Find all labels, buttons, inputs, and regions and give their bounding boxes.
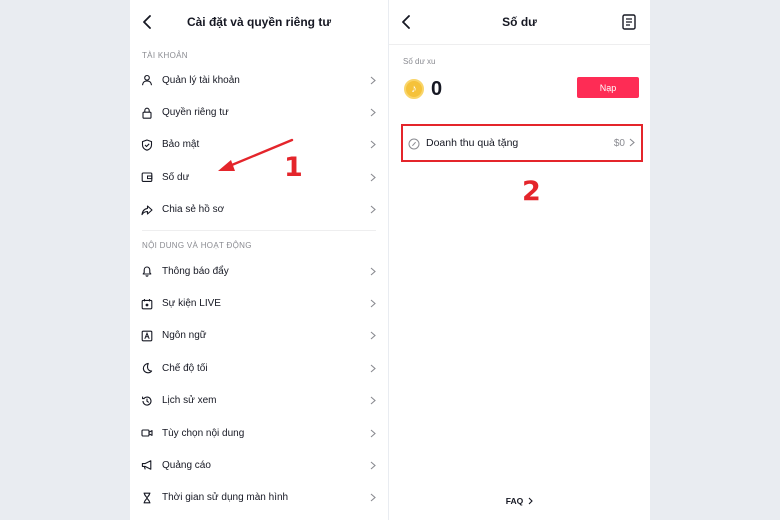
chevron-right-icon: [369, 493, 377, 503]
menu-item-label: Ngôn ngữ: [162, 330, 207, 342]
content-menu: Thông báo đẩy Sự kiện LIVE Ngôn ngữ Chế …: [130, 255, 388, 514]
chevron-right-icon: [629, 134, 635, 152]
chevron-right-icon: [369, 299, 377, 309]
chevron-right-icon: [369, 428, 377, 438]
video-icon: [141, 427, 153, 439]
live-event-icon: [141, 298, 153, 310]
person-icon: [141, 74, 153, 86]
menu-item-watch-history[interactable]: Lịch sử xem: [130, 385, 388, 417]
menu-item-label: Chế độ tối: [162, 362, 208, 374]
hourglass-icon: [141, 492, 153, 504]
balance-screen: Số dư Số dư xu ♪ 0 Nạp Doanh thu quà tặn…: [389, 0, 650, 520]
menu-item-content-preferences[interactable]: Tùy chọn nội dung: [130, 417, 388, 449]
menu-item-label: Quản lý tài khoản: [162, 74, 240, 86]
megaphone-icon: [141, 459, 153, 471]
moon-icon: [141, 362, 153, 374]
menu-item-ads[interactable]: Quảng cáo: [130, 449, 388, 481]
gift-coin-icon: [408, 137, 420, 150]
menu-item-label: Lịch sử xem: [162, 395, 217, 407]
settings-header: Cài đặt và quyền riêng tư: [130, 0, 388, 44]
menu-item-manage-account[interactable]: Quản lý tài khoản: [130, 64, 388, 96]
page-title: Số dư: [502, 15, 537, 29]
menu-item-label: Thời gian sử dụng màn hình: [162, 492, 289, 504]
menu-item-label: Thông báo đẩy: [162, 265, 229, 277]
chevron-right-icon: [369, 140, 377, 150]
lock-icon: [141, 107, 153, 119]
menu-item-live-events[interactable]: Sự kiện LIVE: [130, 287, 388, 319]
menu-item-share-profile[interactable]: Chia sẻ hồ sơ: [130, 194, 388, 226]
chevron-right-icon: [369, 108, 377, 118]
recharge-button[interactable]: Nạp: [577, 77, 639, 98]
faq-link[interactable]: FAQ: [389, 496, 650, 506]
step-number-2: 2: [522, 176, 541, 207]
faq-label: FAQ: [505, 496, 524, 506]
chevron-right-icon: [369, 363, 377, 373]
chevron-left-icon: [402, 15, 410, 29]
language-icon: [141, 330, 153, 342]
chevron-right-icon: [369, 266, 377, 276]
coin-balance-row: ♪ 0 Nạp: [389, 69, 650, 109]
page-title: Cài đặt và quyền riêng tư: [186, 15, 332, 29]
menu-item-label: Chia sẻ hồ sơ: [162, 204, 225, 216]
menu-item-label: Tùy chọn nội dung: [162, 427, 245, 439]
menu-item-label: Sự kiện LIVE: [162, 298, 221, 310]
chevron-right-icon: [369, 75, 377, 85]
chevron-right-icon: [369, 205, 377, 215]
coin-balance-value: 0: [431, 77, 443, 100]
coin-balance-label: Số dư xu: [403, 57, 436, 66]
chevron-right-icon: [369, 460, 377, 470]
gift-revenue-value: $0: [613, 137, 625, 149]
share-icon: [141, 204, 153, 216]
menu-item-screen-time[interactable]: Thời gian sử dụng màn hình: [130, 482, 388, 514]
menu-item-label: Quảng cáo: [162, 459, 211, 471]
chevron-right-icon: [369, 172, 377, 182]
header-divider: [389, 44, 650, 45]
chevron-right-icon: [369, 396, 377, 406]
wallet-icon: [141, 171, 153, 183]
bell-icon: [141, 265, 153, 277]
history-icon: [141, 395, 153, 407]
chevron-right-icon: [528, 497, 534, 505]
step-number-1: 1: [284, 152, 303, 183]
settings-screen: Cài đặt và quyền riêng tư TÀI KHOẢN Quản…: [130, 0, 388, 520]
menu-item-privacy[interactable]: Quyền riêng tư: [130, 96, 388, 128]
document-list-icon: [622, 14, 636, 30]
shield-icon: [141, 139, 153, 151]
chevron-left-icon: [143, 15, 151, 29]
menu-item-dark-mode[interactable]: Chế độ tối: [130, 352, 388, 384]
menu-item-label: Quyền riêng tư: [162, 107, 229, 119]
balance-header: Số dư: [389, 0, 650, 44]
coin-icon: ♪: [404, 79, 424, 99]
section-label-content: NỘI DUNG VÀ HOẠT ĐỘNG: [142, 240, 252, 250]
back-button[interactable]: [397, 12, 417, 32]
gift-revenue-row[interactable]: Doanh thu quà tặng $0: [401, 124, 643, 162]
menu-item-language[interactable]: Ngôn ngữ: [130, 320, 388, 352]
section-label-account: TÀI KHOẢN: [142, 51, 188, 60]
transaction-history-button[interactable]: [622, 14, 638, 30]
back-button[interactable]: [138, 12, 158, 32]
gift-revenue-label: Doanh thu quà tặng: [426, 137, 519, 149]
section-divider: [142, 229, 376, 231]
chevron-right-icon: [369, 331, 377, 341]
menu-item-push-notifications[interactable]: Thông báo đẩy: [130, 255, 388, 287]
